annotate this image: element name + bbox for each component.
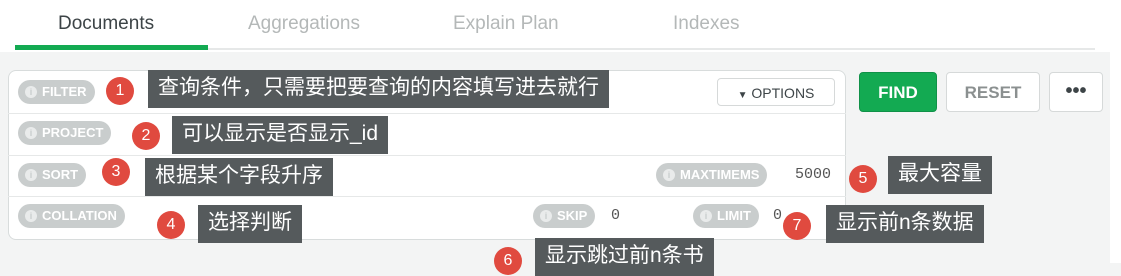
annotation-note-5: 最大容量 (888, 156, 992, 194)
limit-label[interactable]: i LIMIT (693, 204, 759, 228)
maxtimems-input[interactable]: 5000 (795, 166, 831, 183)
info-icon: i (663, 169, 675, 181)
right-edge (1110, 0, 1121, 263)
annotation-note-4: 选择判断 (198, 205, 302, 243)
reset-button[interactable]: RESET (946, 72, 1040, 112)
annotation-badge-3: 3 (102, 158, 130, 186)
info-icon: i (700, 210, 712, 222)
skip-label[interactable]: i SKIP (533, 204, 596, 228)
limit-input[interactable]: 0 (773, 207, 782, 224)
annotation-note-1: 查询条件，只需要把要查询的内容填写进去就行 (148, 70, 609, 108)
filter-label[interactable]: i FILTER (18, 80, 95, 104)
row-divider (8, 155, 846, 156)
sort-label[interactable]: i SORT (18, 163, 87, 187)
info-icon: i (25, 86, 37, 98)
annotation-note-3: 根据某个字段升序 (145, 158, 333, 196)
annotation-badge-6: 6 (494, 247, 522, 275)
info-icon: i (25, 169, 37, 181)
row-divider (8, 196, 846, 197)
tab-aggregations[interactable]: Aggregations (248, 13, 360, 35)
annotation-note-6: 显示跳过前n条书 (535, 238, 714, 276)
info-icon: i (540, 210, 552, 222)
project-label[interactable]: i PROJECT (18, 121, 112, 145)
annotation-badge-4: 4 (157, 211, 185, 239)
annotation-badge-1: 1 (106, 77, 134, 105)
annotation-badge-7: 7 (783, 212, 811, 240)
more-options-button[interactable]: ••• (1049, 72, 1103, 112)
find-button[interactable]: FIND (859, 72, 937, 112)
annotation-badge-2: 2 (132, 122, 160, 150)
skip-input[interactable]: 0 (611, 207, 620, 224)
tab-explain-plan[interactable]: Explain Plan (453, 13, 559, 35)
caret-down-icon: ▼ (737, 90, 748, 101)
annotation-note-7: 显示前n条数据 (826, 205, 984, 243)
info-icon: i (25, 127, 37, 139)
tab-indexes[interactable]: Indexes (673, 13, 740, 35)
tab-bar: Documents Aggregations Explain Plan Inde… (0, 0, 1110, 52)
options-button[interactable]: ▼ OPTIONS (717, 78, 835, 106)
collation-label[interactable]: i COLLATION (18, 204, 125, 228)
info-icon: i (25, 210, 37, 222)
annotation-note-2: 可以显示是否显示_id (172, 116, 389, 154)
maxtimems-label[interactable]: i MAXTIMEMS (656, 163, 768, 187)
annotation-badge-5: 5 (849, 165, 877, 193)
row-divider (8, 113, 846, 114)
tab-documents[interactable]: Documents (58, 13, 154, 35)
active-tab-indicator (15, 45, 208, 50)
